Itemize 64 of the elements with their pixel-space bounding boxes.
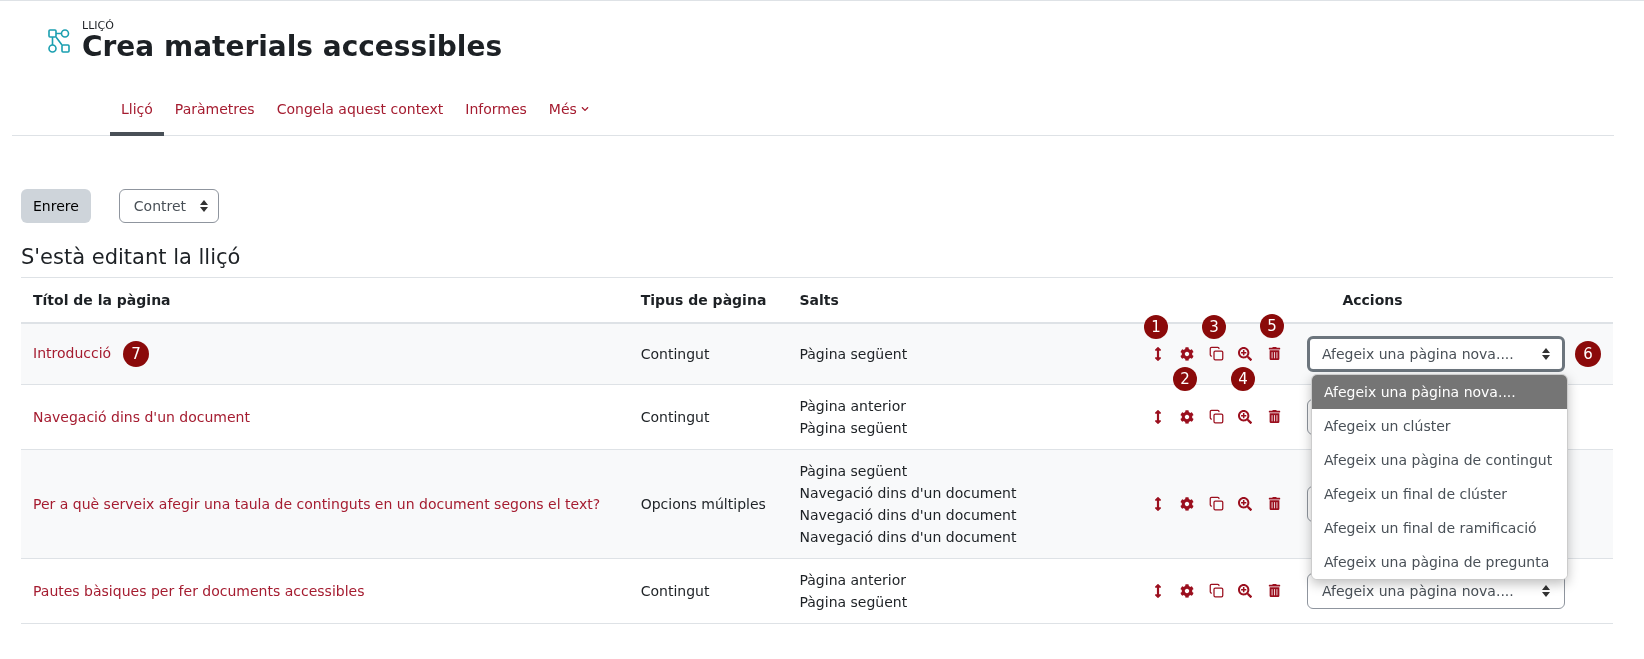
trash-icon[interactable]	[1268, 584, 1281, 598]
jump-text: Navegació dins d'un document	[799, 505, 1018, 525]
jump-text: Pàgina següent	[799, 418, 909, 438]
settings-icon[interactable]	[1180, 346, 1195, 361]
zoom-in-icon[interactable]	[1238, 583, 1253, 598]
copy-icon[interactable]	[1209, 346, 1224, 362]
copy-icon[interactable]	[1209, 496, 1224, 512]
zoom-in-icon[interactable]	[1238, 409, 1253, 424]
callout-number: 5	[1260, 314, 1284, 339]
trash-icon[interactable]	[1268, 347, 1281, 361]
page-title-link[interactable]: Pautes bàsiques per fer documents accessibles	[33, 582, 365, 599]
table-cell: Opcions múltiples	[628, 449, 788, 559]
back-button[interactable]: Enrere	[21, 188, 91, 223]
column-header: Salts	[787, 277, 1132, 323]
dropdown-option[interactable]: Afegeix una pàgina de contingut	[1312, 442, 1567, 477]
jump-text: Pàgina següent	[799, 344, 909, 364]
callout-number: 6	[1575, 340, 1601, 367]
dropdown-option[interactable]: Afegeix una pàgina de pregunta	[1312, 544, 1567, 579]
table-cell: Contingut	[628, 384, 788, 450]
zoom-in-icon[interactable]	[1238, 496, 1253, 511]
page-title-link[interactable]: Navegació dins d'un document	[33, 408, 250, 425]
add-page-select[interactable]: Afegeix una pàgina nova....	[1307, 335, 1565, 372]
section-heading: S'està editant la lliçó	[21, 244, 242, 269]
table-cell: Contingut	[628, 558, 788, 624]
jump-text: Navegació dins d'un document	[799, 527, 1018, 547]
nav-tab[interactable]: Més	[537, 88, 600, 136]
column-header: Tipus de pàgina	[628, 277, 788, 323]
jump-text: Pàgina anterior	[799, 570, 908, 590]
page-kicker: LLIÇÓ	[82, 19, 115, 32]
jump-text: Pàgina següent	[799, 592, 909, 612]
nav-tab[interactable]: Lliçó	[110, 88, 164, 136]
settings-icon[interactable]	[1180, 583, 1195, 598]
dropdown-option[interactable]: Afegeix una pàgina nova....	[1312, 374, 1567, 409]
dropdown-option[interactable]: Afegeix un clúster	[1312, 408, 1567, 443]
callout-number: 2	[1173, 366, 1197, 391]
page-title-link[interactable]: Per a què serveix afegir una taula de continguts en un document segons el text?	[33, 495, 601, 512]
table-cell: Contingut	[628, 322, 788, 385]
callout-number: 3	[1202, 315, 1226, 340]
dropdown-option[interactable]: Afegeix un final de ramificació	[1312, 510, 1567, 545]
diagram-nodes-icon	[48, 28, 70, 53]
zoom-in-icon[interactable]	[1238, 346, 1253, 361]
dropdown-option[interactable]: Afegeix un final de clúster	[1312, 476, 1567, 511]
nav-tab[interactable]: Paràmetres	[163, 88, 266, 136]
trash-icon[interactable]	[1268, 410, 1281, 424]
settings-icon[interactable]	[1180, 496, 1195, 511]
jump-text: Navegació dins d'un document	[799, 483, 1018, 503]
jump-text: Pàgina anterior	[799, 396, 908, 416]
trash-icon[interactable]	[1268, 497, 1281, 511]
chevron-down-icon	[580, 104, 589, 113]
copy-icon[interactable]	[1209, 583, 1224, 599]
callout-number: 7	[123, 340, 150, 367]
nav-tab[interactable]: Congela aquest context	[265, 88, 455, 136]
sort-arrows-icon	[1542, 584, 1550, 597]
sort-arrows-icon	[200, 199, 209, 212]
nav-tab[interactable]: Informes	[454, 88, 538, 136]
view-select[interactable]: Contret	[118, 188, 219, 223]
jump-text: Pàgina següent	[799, 461, 909, 481]
copy-icon[interactable]	[1209, 409, 1224, 425]
settings-icon[interactable]	[1180, 409, 1195, 424]
callout-number: 4	[1231, 366, 1255, 391]
page-title: Crea materials accessibles	[82, 32, 503, 63]
sort-arrows-icon	[1542, 347, 1550, 360]
column-header: Títol de la pàgina	[21, 277, 629, 323]
page-title-link[interactable]: Introducció	[33, 344, 112, 361]
